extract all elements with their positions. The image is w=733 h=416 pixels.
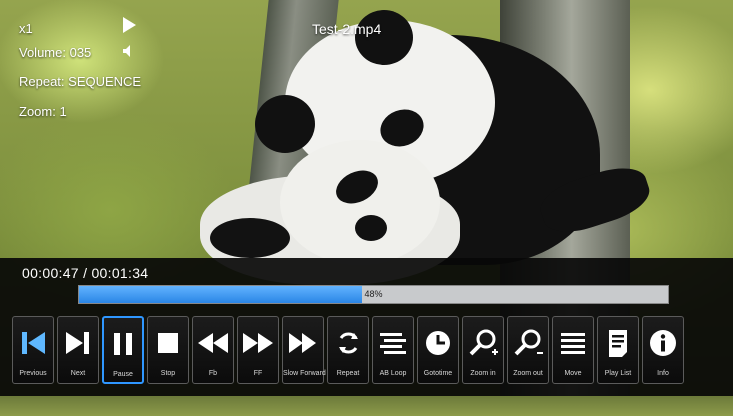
control-label: Gototime [423, 370, 453, 377]
play-state-icon [123, 17, 136, 33]
control-label: Next [70, 370, 86, 377]
control-label: Info [657, 370, 669, 377]
zoom-in-icon [469, 329, 498, 356]
volume-indicator: Volume: 035 [19, 45, 92, 60]
control-label: Stop [160, 370, 176, 377]
pause-icon [114, 333, 132, 355]
pause-button[interactable]: Pause [102, 316, 144, 384]
ab-loop-button[interactable]: AB Loop [372, 316, 414, 384]
panda-nose [355, 215, 387, 241]
panda-front-head [280, 140, 440, 265]
zoom-out-icon [514, 329, 543, 356]
zoom-indicator: Zoom: 1 [19, 104, 67, 119]
control-label: Zoom out [513, 370, 543, 377]
stop-icon [158, 333, 178, 353]
control-label: Fb [208, 370, 218, 377]
zoom-in-button[interactable]: Zoom in [462, 316, 504, 384]
fast-backward-button[interactable]: Fb [192, 316, 234, 384]
info-icon [650, 330, 676, 356]
panda-front-arm [210, 218, 290, 258]
previous-button[interactable]: Previous [12, 316, 54, 384]
speaker-icon [123, 45, 130, 57]
repeat-indicator: Repeat: SEQUENCE [19, 74, 142, 89]
gototime-button[interactable]: Gototime [417, 316, 459, 384]
control-label: FF [253, 370, 263, 377]
playlist-icon [609, 330, 627, 357]
move-button[interactable]: Move [552, 316, 594, 384]
info-button[interactable]: Info [642, 316, 684, 384]
control-label: Pause [113, 371, 133, 378]
progress-percent: 48% [364, 289, 383, 299]
time-readout: 00:00:47 / 00:01:34 [22, 265, 149, 281]
ground-foliage [0, 396, 733, 416]
fast-forward-icon [243, 333, 273, 353]
repeat-button[interactable]: Repeat [327, 316, 369, 384]
slow-forward-button[interactable]: Slow Forward [282, 316, 326, 384]
repeat-icon [339, 332, 358, 354]
skip-next-icon [66, 332, 89, 354]
speed-indicator: x1 [19, 21, 33, 36]
control-label: Zoom in [470, 370, 496, 377]
control-label: Move [564, 370, 582, 377]
file-title: Test-2.mp4 [312, 21, 382, 37]
panda-ear [355, 10, 413, 65]
control-label: Play List [604, 370, 632, 377]
fast-forward-button[interactable]: FF [237, 316, 279, 384]
move-icon [561, 333, 585, 354]
playlist-button[interactable]: Play List [597, 316, 639, 384]
control-label: AB Loop [379, 370, 407, 377]
stop-button[interactable]: Stop [147, 316, 189, 384]
zoom-out-button[interactable]: Zoom out [507, 316, 549, 384]
ab-loop-icon [380, 333, 406, 354]
clock-icon [426, 331, 450, 355]
control-label: Slow Forward [283, 370, 326, 377]
progress-bar[interactable]: 48% [78, 285, 669, 304]
control-label: Previous [19, 370, 47, 377]
control-label: Repeat [336, 370, 360, 377]
next-button[interactable]: Next [57, 316, 99, 384]
slow-forward-icon [289, 333, 316, 353]
fast-backward-icon [198, 333, 228, 353]
skip-previous-icon [22, 332, 45, 354]
panda-ear [255, 95, 315, 153]
